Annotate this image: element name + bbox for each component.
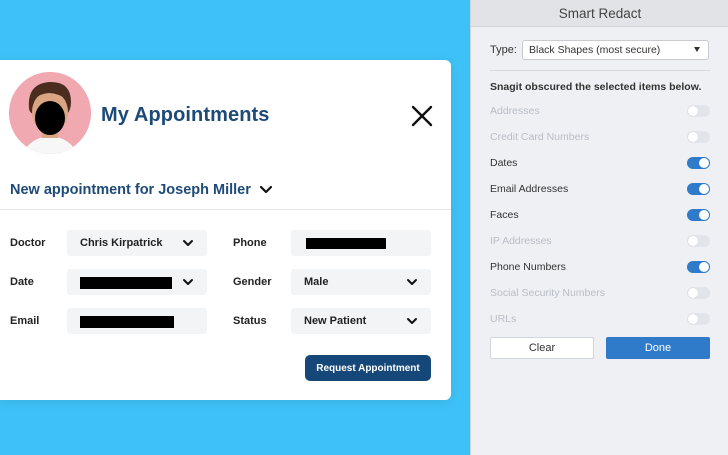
avatar <box>9 72 91 154</box>
redact-option-label: URLs <box>490 313 517 325</box>
redact-option-label: Addresses <box>490 105 540 117</box>
redact-option-row: Faces <box>490 207 710 223</box>
chevron-down-icon <box>183 279 193 285</box>
toggle-knob <box>688 288 698 298</box>
type-dropdown[interactable]: Black Shapes (most secure) <box>522 40 709 60</box>
smart-redact-panel: Smart Redact Type: Black Shapes (most se… <box>470 0 728 455</box>
gender-select[interactable]: Male <box>291 269 431 295</box>
gender-label: Gender <box>233 276 272 288</box>
redact-option-label: Credit Card Numbers <box>490 131 590 143</box>
toggle-knob <box>699 262 709 272</box>
status-label: Status <box>233 315 267 327</box>
divider <box>490 70 710 71</box>
doctor-select[interactable]: Chris Kirpatrick <box>67 230 207 256</box>
redact-option-row: Phone Numbers <box>490 259 710 275</box>
appointment-subtitle: New appointment for Joseph Miller <box>10 182 251 198</box>
chevron-down-icon <box>407 318 417 324</box>
redact-option-toggle[interactable] <box>687 287 710 299</box>
toggle-knob <box>688 236 698 246</box>
redact-option-row: IP Addresses <box>490 233 710 249</box>
doctor-value: Chris Kirpatrick <box>80 237 163 249</box>
redact-option-toggle[interactable] <box>687 131 710 143</box>
redact-option-label: IP Addresses <box>490 235 552 247</box>
status-select[interactable]: New Patient <box>291 308 431 334</box>
date-label: Date <box>10 276 34 288</box>
redaction-box <box>80 277 172 289</box>
redact-option-toggle[interactable] <box>687 183 710 195</box>
redact-option-label: Dates <box>490 157 518 169</box>
chevron-down-icon <box>183 240 193 246</box>
close-button[interactable] <box>408 102 436 130</box>
clear-button[interactable]: Clear <box>490 337 594 359</box>
redact-option-toggle[interactable] <box>687 261 710 273</box>
caret-down-icon <box>694 47 700 52</box>
toggle-knob <box>688 132 698 142</box>
redaction-box <box>306 238 386 249</box>
page-title: My Appointments <box>101 104 270 126</box>
type-label: Type: <box>490 44 517 56</box>
redact-option-row: URLs <box>490 311 710 327</box>
email-label: Email <box>10 315 40 327</box>
divider <box>0 209 451 210</box>
toggle-knob <box>699 210 709 220</box>
panel-note: Snagit obscured the selected items below… <box>490 81 702 93</box>
chevron-down-icon <box>259 185 272 194</box>
redact-option-row: Email Addresses <box>490 181 710 197</box>
toggle-knob <box>699 158 709 168</box>
panel-title: Smart Redact <box>471 0 728 27</box>
close-icon <box>411 105 433 127</box>
redact-option-label: Email Addresses <box>490 183 569 195</box>
redact-option-toggle[interactable] <box>687 235 710 247</box>
redact-option-toggle[interactable] <box>687 313 710 325</box>
status-value: New Patient <box>304 315 367 327</box>
redact-option-label: Phone Numbers <box>490 261 566 273</box>
redact-option-label: Faces <box>490 209 519 221</box>
appointment-subtitle-dropdown[interactable]: New appointment for Joseph Miller <box>10 182 273 198</box>
doctor-label: Doctor <box>10 237 46 249</box>
gender-value: Male <box>304 276 329 288</box>
appointment-card: My Appointments New appointment for Jose… <box>0 60 451 400</box>
redact-option-row: Dates <box>490 155 710 171</box>
redact-option-toggle[interactable] <box>687 209 710 221</box>
toggle-knob <box>688 106 698 116</box>
redact-option-row: Addresses <box>490 103 710 119</box>
redact-option-toggle[interactable] <box>687 157 710 169</box>
phone-label: Phone <box>233 237 267 249</box>
redact-option-label: Social Security Numbers <box>490 287 605 299</box>
chevron-down-icon <box>407 279 417 285</box>
redact-option-row: Social Security Numbers <box>490 285 710 301</box>
request-appointment-button[interactable]: Request Appointment <box>305 355 431 381</box>
toggle-knob <box>688 314 698 324</box>
redact-option-toggle[interactable] <box>687 105 710 117</box>
redact-option-row: Credit Card Numbers <box>490 129 710 145</box>
toggle-knob <box>699 184 709 194</box>
type-value: Black Shapes (most secure) <box>529 44 661 56</box>
done-button[interactable]: Done <box>606 337 710 359</box>
redaction-box <box>80 316 174 328</box>
